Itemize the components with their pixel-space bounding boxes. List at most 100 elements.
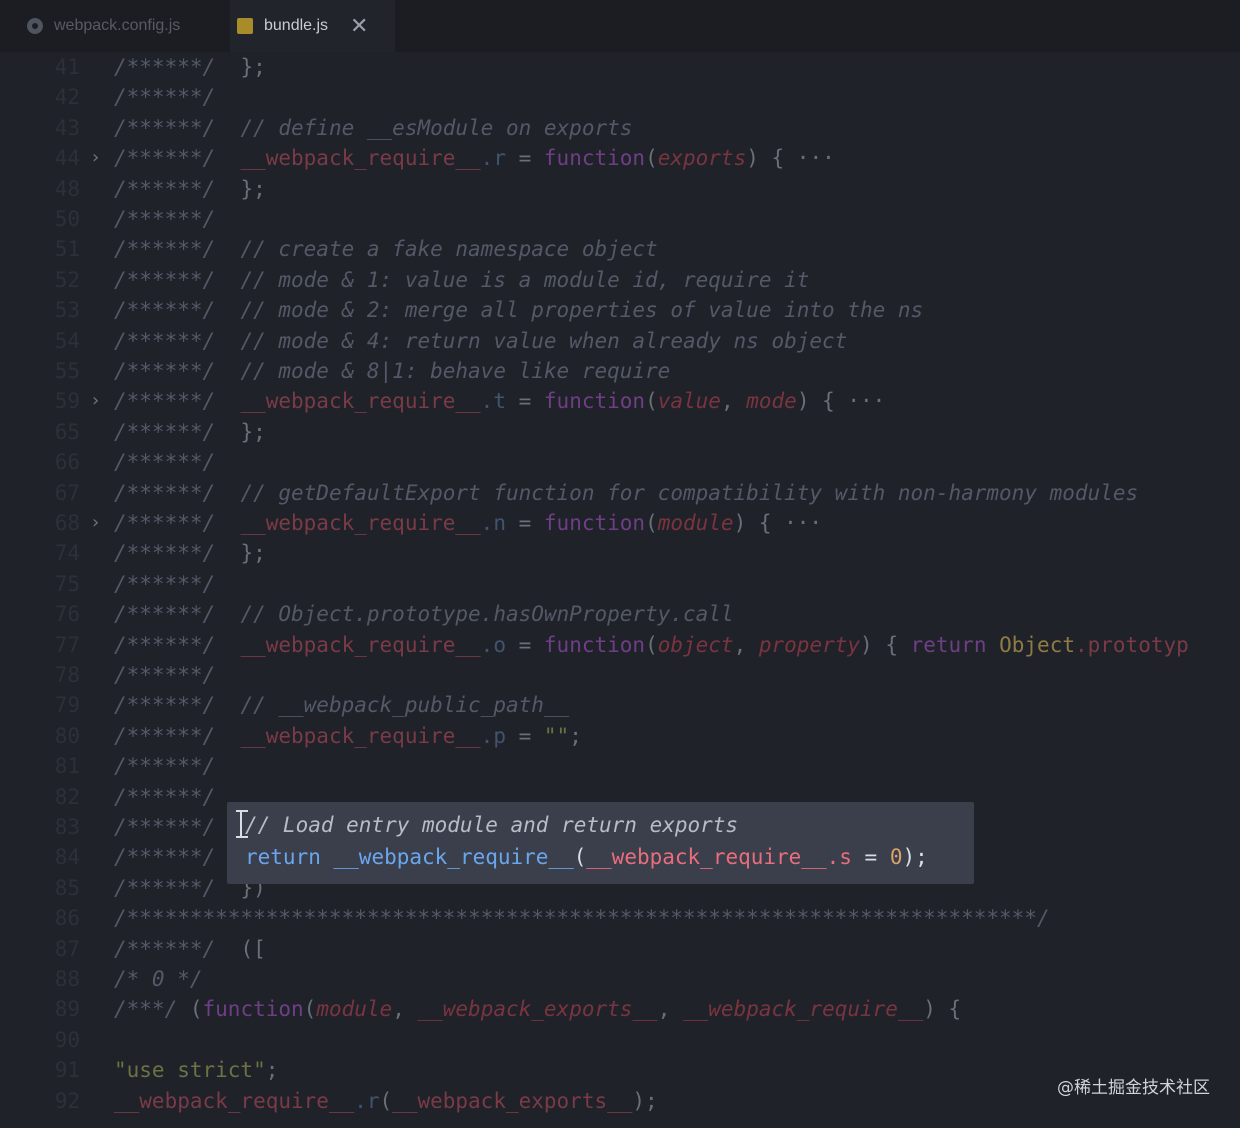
code-line[interactable]: 41 /******/ }; (0, 52, 1240, 82)
tab-bundle-js[interactable]: bundle.js ✕ (230, 0, 395, 52)
code-line[interactable]: 81 /******/ (0, 751, 1240, 781)
code-line[interactable]: 59 › /******/ __webpack_require__.t = func… (0, 386, 1240, 416)
code-token: // __webpack_public_path__ (240, 693, 570, 718)
code-token: ( (645, 632, 658, 657)
line-prefix-comment: /******/ (114, 450, 216, 475)
code-line[interactable]: 42 /******/ (0, 82, 1240, 112)
code-text: /******/ // getDefaultExport function fo… (114, 478, 1138, 508)
code-token: ) { (923, 997, 962, 1022)
code-line[interactable]: 68 › /******/ __webpack_require__.n = func… (0, 508, 1240, 538)
code-token: __webpack_require__ (240, 723, 481, 748)
code-line[interactable]: 91 "use strict"; (0, 1055, 1240, 1085)
code-line[interactable]: 92 __webpack_require__.r(__webpack_export… (0, 1086, 1240, 1116)
code-text: /* 0 */ (114, 964, 203, 994)
code-line[interactable]: 88 /* 0 */ (0, 964, 1240, 994)
code-text: __webpack_require__.r(__webpack_exports_… (114, 1086, 658, 1116)
line-prefix-comment: /******/ (114, 115, 216, 140)
code-line[interactable]: 75 /******/ (0, 569, 1240, 599)
code-line[interactable]: 48 /******/ }; (0, 174, 1240, 204)
line-prefix-comment: /******/ (114, 541, 216, 566)
code-text: /******/ }; (114, 52, 266, 82)
code-line[interactable]: 67 /******/ // getDefaultExport function … (0, 478, 1240, 508)
code-line[interactable]: 53 /******/ // mode & 2: merge all proper… (0, 295, 1240, 325)
line-prefix-comment: /******/ (114, 875, 216, 900)
code-token: module (316, 997, 393, 1022)
line-number: 87 (54, 936, 80, 961)
line-number: 91 (54, 1058, 80, 1083)
line-prefix-comment: /******/ (114, 693, 216, 718)
line-prefix-comment: /******/ (114, 176, 216, 201)
code-line[interactable]: 76 /******/ // Object.prototype.hasOwnPro… (0, 599, 1240, 629)
line-number: 55 (54, 359, 80, 383)
line-prefix-comment: /******/ (114, 389, 216, 414)
code-token: = (505, 723, 544, 748)
fold-chevron-icon[interactable]: › (90, 508, 101, 538)
code-line[interactable]: 86 /*************************************… (0, 903, 1240, 933)
close-icon[interactable]: ✕ (350, 15, 368, 37)
line-number: 78 (54, 663, 80, 687)
code-line[interactable]: 79 /******/ // __webpack_public_path__ (0, 690, 1240, 720)
code-line[interactable]: 65 /******/ }; (0, 417, 1240, 447)
line-prefix-comment: /******/ (114, 85, 216, 110)
line-number: 48 (54, 176, 80, 201)
line-number: 84 (54, 845, 80, 870)
code-line[interactable]: 50 /******/ (0, 204, 1240, 234)
code-text: /******/ // define __esModule on exports (114, 113, 632, 143)
code-line[interactable]: 90 (0, 1025, 1240, 1055)
code-token: // mode & 4: return value when already n… (240, 328, 848, 353)
code-text: /******/ (114, 812, 240, 842)
code-token: function (202, 997, 304, 1022)
code-line[interactable]: 43 /******/ // define __esModule on expor… (0, 113, 1240, 143)
code-token: ( (645, 146, 658, 171)
code-line[interactable]: 66 /******/ (0, 447, 1240, 477)
fold-chevron-icon[interactable]: › (90, 386, 101, 416)
code-token: .t (480, 389, 506, 414)
code-editor[interactable]: 41 /******/ }; 42 /******/ 43 /******/ // de… (0, 52, 1240, 1128)
code-line[interactable]: 80 /******/ __webpack_require__.p = ""; (0, 721, 1240, 751)
line-number: 76 (54, 602, 80, 627)
code-token: ( (645, 389, 658, 414)
line-number: 89 (54, 997, 80, 1022)
gear-icon (26, 17, 44, 35)
code-line[interactable]: 74 /******/ }; (0, 538, 1240, 568)
code-text: /******/ // Object.prototype.hasOwnPrope… (114, 599, 734, 629)
code-text: /***************************************… (114, 903, 1050, 933)
line-prefix-comment: /******/ (114, 663, 216, 687)
fold-chevron-icon[interactable]: › (90, 143, 101, 173)
code-line[interactable]: 78 /******/ (0, 660, 1240, 690)
code-token: // create a fake namespace object (240, 237, 658, 262)
code-line[interactable]: 55 /******/ // mode & 8|1: behave like re… (0, 356, 1240, 386)
code-line[interactable]: 44 › /******/ __webpack_require__.r = func… (0, 143, 1240, 173)
code-text: /******/ (114, 82, 240, 112)
code-token: /***************************************… (114, 906, 1050, 931)
code-text: /******/ (114, 660, 240, 690)
tab-webpack-config[interactable]: webpack.config.js (20, 0, 225, 52)
code-token: function (543, 146, 646, 171)
code-token: ) { ··· (746, 146, 835, 171)
code-line[interactable]: 77 /******/ __webpack_require__.o = funct… (0, 630, 1240, 660)
tooltip-function: __webpack_require__ (333, 845, 574, 869)
tooltip-number: 0 (889, 845, 903, 869)
code-token: // Object.prototype.hasOwnProperty.call (240, 602, 734, 627)
line-prefix-comment: /******/ (114, 815, 216, 839)
code-token: ); (632, 1088, 658, 1113)
code-token: .p (480, 723, 506, 748)
code-line[interactable]: 51 /******/ // create a fake namespace ob… (0, 234, 1240, 264)
line-number: 77 (54, 632, 80, 657)
line-prefix-comment: /******/ (114, 511, 216, 535)
hover-tooltip: // Load entry module and return exports … (227, 802, 974, 884)
code-text: /******/ (114, 782, 240, 812)
tooltip-close: ); (902, 845, 928, 869)
code-text: /******/ // mode & 2: merge all properti… (114, 295, 923, 325)
line-prefix-comment: /******/ (114, 146, 216, 171)
tab-label: bundle.js (264, 17, 329, 34)
line-number: 41 (54, 55, 80, 79)
code-line[interactable]: 87 /******/ ([ (0, 934, 1240, 964)
code-line[interactable]: 89/***/ (function(module, __webpack_expo… (0, 994, 1240, 1024)
line-number: 86 (54, 906, 80, 931)
code-text: /******/ // mode & 4: return value when … (114, 326, 847, 356)
code-line[interactable]: 54 /******/ // mode & 4: return value whe… (0, 326, 1240, 356)
line-prefix-comment: /******/ (114, 328, 216, 353)
code-token: ( (645, 511, 658, 535)
code-line[interactable]: 52 /******/ // mode & 1: value is a modul… (0, 265, 1240, 295)
